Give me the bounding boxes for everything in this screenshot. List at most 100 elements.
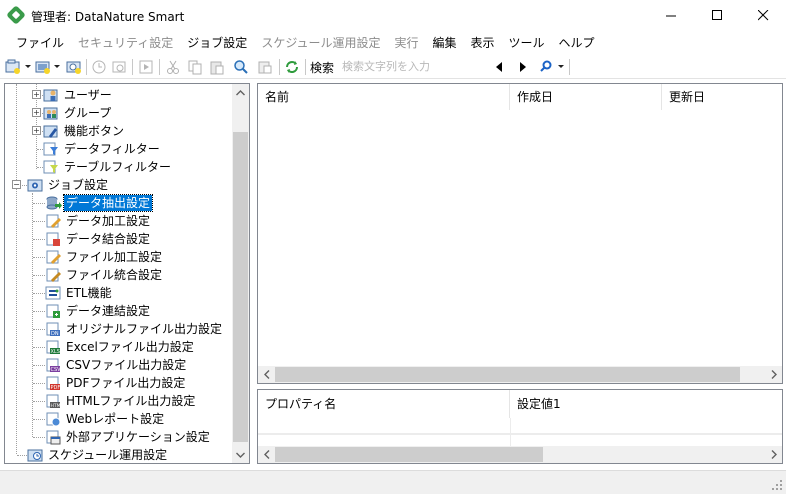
scroll-down-button[interactable]	[232, 446, 249, 463]
tree-item[interactable]: テーブルフィルター	[43, 158, 173, 176]
group-icon	[43, 105, 59, 121]
scroll-thumb[interactable]	[275, 367, 740, 382]
tree-item[interactable]: XLS Excelファイル出力設定	[45, 338, 196, 356]
tree-expander[interactable]: +	[32, 108, 41, 117]
tree-connector	[33, 239, 45, 240]
tree-expander[interactable]: +	[32, 126, 41, 135]
scroll-right-button[interactable]	[765, 366, 782, 383]
new-item-button[interactable]	[4, 58, 34, 76]
tree-item[interactable]: データ結合設定	[45, 230, 152, 248]
user-icon	[43, 87, 59, 103]
menu-item[interactable]: ツール	[502, 33, 552, 53]
tree-connector	[33, 203, 45, 204]
scissors-icon	[167, 60, 179, 74]
navigation-tree[interactable]: + ユーザー + グループ + 機能ボタン データフィルター テーブルフィルター − ジョブ設定デ…	[4, 83, 250, 464]
menu-item[interactable]: ファイル	[9, 33, 71, 53]
scroll-left-button[interactable]	[258, 366, 275, 383]
menu-item[interactable]: セキュリティ設定	[71, 33, 180, 53]
menu-item[interactable]: 編集	[426, 33, 464, 53]
data-concat-icon	[45, 303, 61, 319]
tree-item[interactable]: PDF PDFファイル出力設定	[45, 374, 187, 392]
property-panel[interactable]: プロパティ名 設定値1	[257, 389, 783, 464]
menu-item[interactable]: スケジュール運用設定	[254, 33, 387, 53]
file-merge-icon	[45, 267, 61, 283]
app-logo-icon	[6, 5, 26, 25]
tree-item[interactable]: ETL機能	[45, 284, 114, 302]
property-button	[256, 58, 274, 76]
search-next-button[interactable]	[516, 58, 530, 76]
tree-item[interactable]: ファイル統合設定	[45, 266, 164, 284]
property-horizontal-scrollbar[interactable]	[258, 446, 782, 463]
tree-item-label: ジョブ設定	[48, 178, 109, 192]
tree-item[interactable]: データ加工設定	[45, 212, 152, 230]
new-schedule-button[interactable]	[64, 58, 84, 76]
tree-item[interactable]: グループ	[43, 104, 113, 122]
list-horizontal-scrollbar[interactable]	[258, 366, 782, 383]
tree-connector	[16, 84, 17, 454]
tree-expander[interactable]: +	[32, 90, 41, 99]
tree-item-label: スケジュール運用設定	[48, 448, 168, 462]
toolbar: 検索	[0, 55, 786, 79]
search-options-button[interactable]	[538, 58, 566, 76]
scroll-left-button[interactable]	[258, 446, 275, 463]
tree-vertical-scrollbar[interactable]	[232, 84, 249, 463]
html-output-icon: HTM	[45, 393, 61, 409]
tree-item[interactable]: 外部アプリケーション設定	[45, 428, 212, 446]
close-button[interactable]	[740, 0, 786, 31]
refresh-button[interactable]	[283, 58, 301, 76]
svg-text:PDF: PDF	[51, 385, 61, 391]
minimize-button[interactable]	[648, 0, 694, 31]
tree-item-label: 機能ボタン	[64, 124, 125, 138]
tree-item[interactable]: ファイル加工設定	[45, 248, 164, 266]
tree-item-label: PDFファイル出力設定	[66, 376, 186, 390]
chevron-right-icon	[771, 450, 777, 459]
new-folder-icon	[5, 59, 31, 74]
tree-item[interactable]: ジョブ設定	[27, 176, 110, 194]
property-value-header[interactable]: 設定値1	[510, 390, 782, 418]
tree-item[interactable]: HTM HTMLファイル出力設定	[45, 392, 197, 410]
item-list[interactable]: 名前 作成日 更新日	[257, 83, 783, 384]
new-job-icon	[35, 61, 60, 74]
column-header-name[interactable]: 名前	[258, 84, 510, 110]
magnifier-icon	[234, 60, 248, 74]
tree-item[interactable]: スケジュール運用設定	[27, 446, 169, 463]
property-name-header[interactable]: プロパティ名	[258, 390, 510, 418]
menu-item[interactable]: 表示	[464, 33, 502, 53]
tree-item[interactable]: データフィルター	[43, 140, 162, 158]
web-report-icon	[45, 411, 61, 427]
copy-icon	[188, 60, 202, 75]
scroll-thumb[interactable]	[275, 447, 543, 462]
menu-item[interactable]: ヘルプ	[552, 33, 602, 53]
menu-bar: ファイル セキュリティ設定 ジョブ設定 スケジュール運用設定 実行 編集 表示 ツール ヘルプ	[0, 32, 786, 54]
tree-item[interactable]: DN オリジナルファイル出力設定	[45, 320, 224, 338]
resize-grip-icon[interactable]	[771, 479, 783, 491]
function-button-icon	[43, 123, 59, 139]
tree-item[interactable]: 機能ボタン	[43, 122, 126, 140]
close-icon	[757, 10, 768, 21]
data-extract-icon	[45, 195, 62, 211]
tree-connector	[33, 437, 45, 438]
tree-item[interactable]: Webレポート設定	[45, 410, 166, 428]
property-icon	[258, 61, 272, 74]
property-column-divider	[510, 418, 511, 448]
menu-item[interactable]: 実行	[387, 33, 425, 53]
search-input[interactable]	[338, 57, 486, 76]
scroll-right-button[interactable]	[765, 446, 782, 463]
tree-item-label: テーブルフィルター	[64, 160, 172, 174]
tree-item[interactable]: ユーザー	[43, 86, 114, 104]
scroll-up-button[interactable]	[232, 84, 249, 101]
scroll-thumb[interactable]	[233, 132, 248, 442]
new-job-button[interactable]	[34, 58, 64, 76]
tree-item[interactable]: データ抽出設定	[45, 194, 154, 212]
tree-item[interactable]: CSV CSVファイル出力設定	[45, 356, 188, 374]
tree-connector	[33, 347, 45, 348]
search-prev-button[interactable]	[492, 58, 506, 76]
clock-icon	[92, 60, 106, 74]
column-header-updated[interactable]: 更新日	[662, 84, 782, 110]
menu-item[interactable]: ジョブ設定	[180, 33, 254, 53]
find-button[interactable]	[232, 58, 250, 76]
tree-expander[interactable]: −	[12, 180, 21, 189]
tree-item[interactable]: データ連結設定	[45, 302, 152, 320]
column-header-created[interactable]: 作成日	[510, 84, 662, 110]
maximize-button[interactable]	[694, 0, 740, 31]
